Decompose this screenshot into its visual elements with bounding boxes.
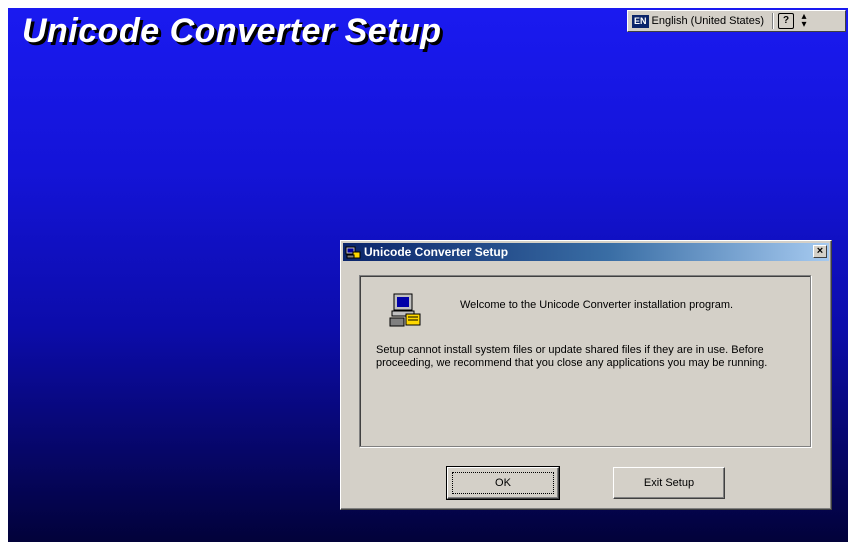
close-button[interactable]: × bbox=[813, 245, 827, 258]
setup-dialog: Unicode Converter Setup × Welcome to the… bbox=[340, 240, 832, 510]
ok-button[interactable]: OK bbox=[446, 466, 560, 500]
dialog-titlebar[interactable]: Unicode Converter Setup × bbox=[343, 243, 829, 261]
setup-icon bbox=[345, 246, 361, 259]
language-code-badge[interactable]: EN bbox=[632, 14, 649, 28]
dialog-title: Unicode Converter Setup bbox=[364, 245, 509, 259]
computer-setup-icon bbox=[389, 293, 421, 327]
exit-setup-button[interactable]: Exit Setup bbox=[613, 467, 725, 499]
close-icon: × bbox=[816, 245, 824, 257]
welcome-message: Welcome to the Unicode Converter install… bbox=[460, 299, 734, 311]
info-message: Setup cannot install system files or upd… bbox=[376, 344, 768, 369]
help-icon[interactable]: ? bbox=[778, 13, 795, 29]
focus-rectangle bbox=[452, 472, 554, 494]
message-panel: Welcome to the Unicode Converter install… bbox=[359, 275, 811, 447]
options-icon[interactable]: ▴ ▾ bbox=[800, 12, 808, 30]
language-bar-divider bbox=[772, 13, 775, 29]
setup-title: Unicode Converter Setup bbox=[22, 12, 442, 50]
language-name[interactable]: English (United States) bbox=[652, 15, 765, 27]
exit-setup-label: Exit Setup bbox=[643, 477, 695, 489]
language-bar[interactable]: EN English (United States) ? ▴ ▾ bbox=[627, 10, 846, 32]
setup-background: Unicode Converter Setup EN English (Unit… bbox=[8, 8, 848, 542]
